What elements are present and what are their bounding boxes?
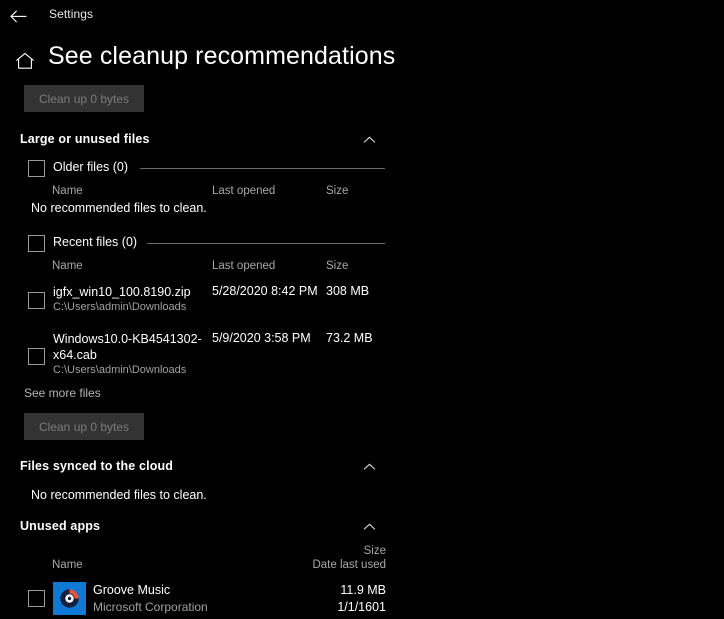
window-title: Settings [49,7,93,21]
section-header-large-or-unused-files[interactable]: Large or unused files [0,129,724,153]
column-header-date-last-used: Date last used [312,559,386,571]
app-size: 11.9 MB [340,583,386,597]
checkbox-file[interactable] [28,292,45,309]
column-header-size: Size [326,185,348,197]
file-name: Windows10.0-KB4541302-x64.cab [53,331,203,363]
back-arrow-icon [10,10,27,23]
checkbox-older-files[interactable] [28,160,45,177]
column-header-last-opened: Last opened [212,260,275,272]
empty-state-files-synced: No recommended files to clean. [31,488,207,502]
home-icon[interactable] [14,50,36,72]
file-path: C:\Users\admin\Downloads [53,301,186,313]
see-more-files-link[interactable]: See more files [24,386,101,400]
chevron-up-glyph-icon [363,523,376,531]
page-title: See cleanup recommendations [48,42,395,71]
clean-up-button-top[interactable]: Clean up 0 bytes [24,85,144,112]
column-header-name: Name [52,185,83,197]
section-title: Large or unused files [20,132,150,146]
group-divider [140,168,385,169]
group-label: Recent files (0) [53,235,137,249]
table-row[interactable]: Windows10.0-KB4541302-x64.cab C:\Users\a… [0,331,724,381]
home-glyph-icon [15,52,35,70]
column-header-last-opened: Last opened [212,185,275,197]
chevron-up-icon[interactable] [358,456,380,478]
back-button[interactable] [4,2,32,30]
chevron-up-icon[interactable] [358,516,380,538]
app-name: Groove Music [93,583,170,597]
table-row[interactable]: igfx_win10_100.8190.zip C:\Users\admin\D… [0,284,724,318]
checkbox-file[interactable] [28,348,45,365]
section-title: Unused apps [20,519,100,533]
group-row-recent-files: Recent files (0) [0,233,724,255]
file-last-opened: 5/28/2020 8:42 PM [212,284,318,298]
file-size: 308 MB [326,284,369,298]
settings-window: Settings See cleanup recommendations Cle… [0,0,724,615]
column-header-name: Name [52,559,83,571]
groove-music-glyph-icon [59,588,80,609]
file-path: C:\Users\admin\Downloads [53,364,186,376]
chevron-up-glyph-icon [363,463,376,471]
file-size: 73.2 MB [326,331,373,345]
content-area: Clean up 0 bytes Large or unused files O… [0,84,724,615]
groove-music-icon [53,582,86,615]
title-bar: Settings [0,0,724,32]
group-divider [147,243,385,244]
clean-up-button-middle[interactable]: Clean up 0 bytes [24,413,144,440]
group-row-older-files: Older files (0) [0,158,724,180]
column-header-size: Size [364,545,386,557]
column-header-size: Size [326,260,348,272]
section-title: Files synced to the cloud [20,459,173,473]
column-header-name: Name [52,260,83,272]
app-publisher: Microsoft Corporation [93,600,208,614]
chevron-up-glyph-icon [363,136,376,144]
checkbox-recent-files[interactable] [28,235,45,252]
page-header: See cleanup recommendations [0,42,724,82]
app-date-last-used: 1/1/1601 [337,600,386,614]
empty-state-older-files: No recommended files to clean. [31,201,207,215]
file-last-opened: 5/9/2020 3:58 PM [212,331,311,345]
chevron-up-icon[interactable] [358,129,380,151]
checkbox-app[interactable] [28,590,45,607]
section-header-files-synced-to-the-cloud[interactable]: Files synced to the cloud [0,456,724,480]
list-item[interactable]: Groove Music Microsoft Corporation 11.9 … [0,579,724,619]
file-name: igfx_win10_100.8190.zip [53,284,203,300]
section-header-unused-apps[interactable]: Unused apps [0,516,724,540]
group-label: Older files (0) [53,160,128,174]
